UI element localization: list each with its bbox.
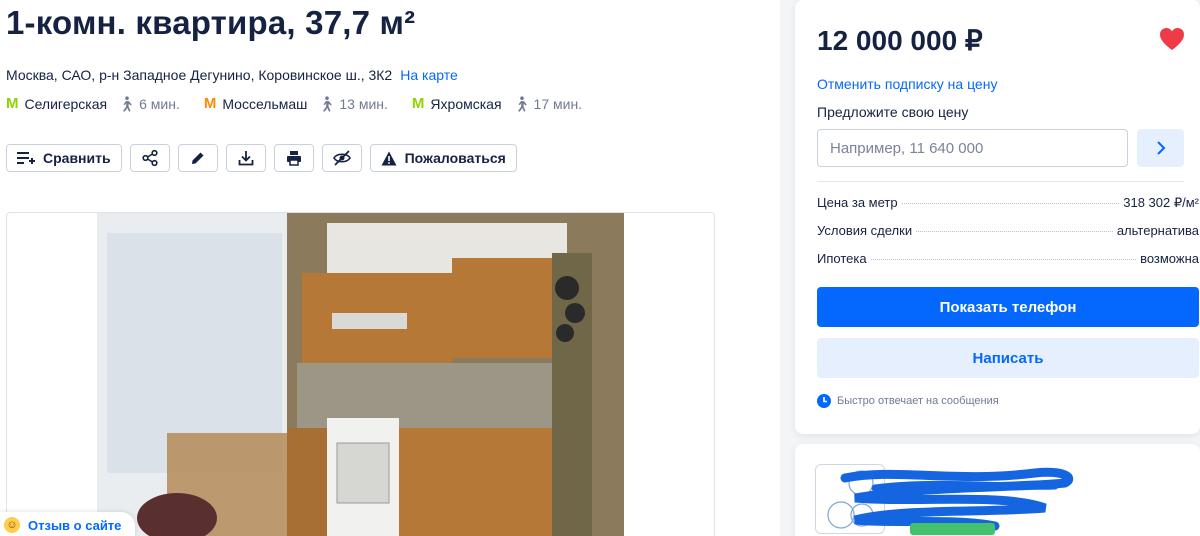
walking-icon — [123, 95, 132, 112]
price-card: 12 000 000 ₽ Отменить подписку на цену П… — [795, 0, 1200, 434]
compare-label: Сравнить — [43, 150, 111, 166]
report-button[interactable]: Пожаловаться — [369, 144, 517, 172]
show-phone-button[interactable]: Показать телефон — [817, 287, 1199, 327]
unsubscribe-price-link[interactable]: Отменить подписку на цену — [817, 76, 997, 92]
report-label: Пожаловаться — [404, 150, 506, 166]
download-button[interactable] — [225, 144, 266, 172]
edit-icon — [191, 152, 204, 164]
metro-station-name: Моссельмаш — [222, 95, 308, 112]
metro-list: М Селигерская 6 мин. М Моссельмаш 13 мин… — [6, 95, 606, 112]
fast-reply-text: Быстро отвечает на сообщения — [837, 395, 999, 407]
walk-time: 17 мин. — [514, 95, 583, 112]
metro-station-name: Селигерская — [24, 95, 108, 112]
submit-offer-button[interactable] — [1137, 129, 1184, 167]
metro-item[interactable]: М Селигерская 6 мин. — [6, 95, 180, 112]
walking-icon — [323, 95, 333, 112]
warning-icon — [381, 151, 397, 165]
agent-card — [795, 444, 1200, 536]
photo-gallery[interactable] — [6, 212, 715, 536]
metro-item[interactable]: М Моссельмаш 13 мин. — [204, 95, 388, 112]
map-link[interactable]: На карте — [400, 67, 458, 83]
listing-toolbar: Сравнить Пожаловаться — [6, 144, 517, 172]
price: 12 000 000 ₽ — [817, 25, 983, 56]
feedback-label: Отзыв о сайте — [28, 517, 122, 533]
fast-reply-note: Быстро отвечает на сообщения — [817, 394, 999, 408]
walking-icon — [517, 95, 527, 112]
apartment-photo[interactable] — [97, 213, 624, 536]
detail-label: Ипотека — [817, 251, 867, 266]
heart-icon[interactable] — [1159, 27, 1185, 51]
walk-time-text: 17 мин. — [533, 95, 583, 112]
download-icon — [238, 151, 253, 166]
divider — [817, 181, 1184, 182]
detail-row: Цена за метр 318 302 ₽/м² — [817, 195, 1199, 211]
listing-title: 1-комн. квартира, 37,7 м² — [6, 4, 416, 41]
write-message-button[interactable]: Написать — [817, 338, 1199, 378]
walk-time-text: 6 мин. — [139, 95, 180, 112]
detail-value: возможна — [1140, 251, 1199, 266]
share-icon — [141, 150, 158, 166]
site-feedback-button[interactable]: ☺ Отзыв о сайте — [0, 512, 136, 536]
address-text: Москва, САО, р-н Западное Дегунино, Коро… — [6, 67, 393, 83]
print-icon — [286, 151, 301, 166]
listing-address: Москва, САО, р-н Западное Дегунино, Коро… — [6, 67, 458, 83]
hide-button[interactable] — [321, 144, 362, 172]
compare-icon — [17, 152, 35, 164]
kitchen-photo-illustration — [97, 213, 624, 536]
walk-time: 6 мин. — [119, 96, 180, 112]
detail-row: Условия сделки альтернатива — [817, 223, 1199, 238]
chevron-right-icon — [1156, 141, 1165, 155]
edit-button[interactable] — [177, 144, 218, 172]
metro-item[interactable]: М Яхромская 17 мин. — [412, 95, 582, 112]
print-button[interactable] — [273, 144, 314, 172]
detail-row: Ипотека возможна — [817, 251, 1199, 266]
walk-time-text: 13 мин. — [339, 95, 388, 112]
metro-icon: М — [411, 95, 425, 112]
metro-icon: М — [203, 95, 217, 112]
listing-main: 1-комн. квартира, 37,7 м² Москва, САО, р… — [0, 0, 780, 536]
offer-price-input[interactable] — [817, 129, 1128, 167]
walk-time: 13 мин. — [319, 96, 388, 112]
detail-value: альтернатива — [1116, 223, 1199, 238]
share-button[interactable] — [129, 144, 170, 172]
compare-button[interactable]: Сравнить — [6, 144, 122, 172]
redaction-scribble — [840, 467, 1074, 535]
smile-icon: ☺ — [4, 517, 20, 533]
detail-label: Условия сделки — [817, 223, 913, 238]
detail-value: 318 302 ₽/м² — [1123, 195, 1199, 210]
detail-label: Цена за метр — [817, 195, 898, 210]
clock-icon — [817, 394, 831, 408]
metro-station-name: Яхромская — [430, 95, 502, 112]
metro-icon: М — [6, 95, 19, 112]
offer-price-label: Предложите свою цену — [817, 104, 969, 120]
hide-icon — [332, 150, 351, 166]
